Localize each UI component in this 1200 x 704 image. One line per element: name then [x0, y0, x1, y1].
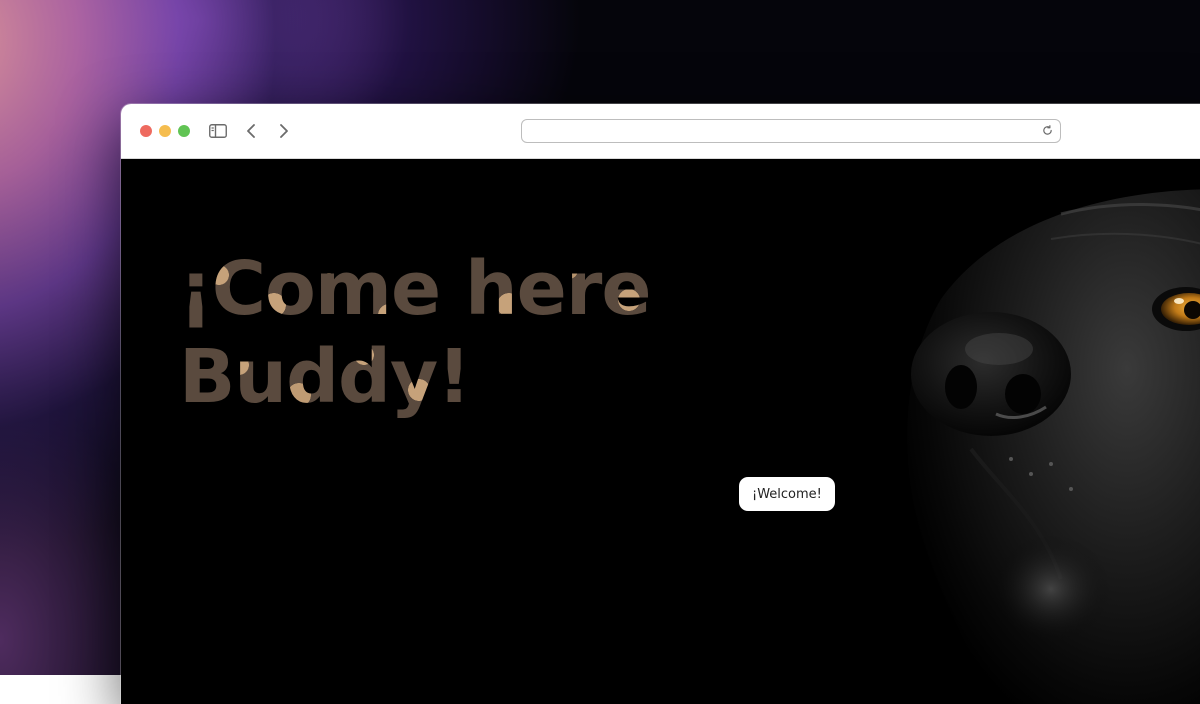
maximize-window-button[interactable]: [178, 125, 190, 137]
welcome-button[interactable]: ¡Welcome!: [739, 477, 835, 511]
close-window-button[interactable]: [140, 125, 152, 137]
web-page: ¡Come here Buddy! ¡Welcome!: [121, 159, 1200, 704]
browser-toolbar: [121, 104, 1200, 159]
address-bar[interactable]: [521, 119, 1061, 143]
sidebar-toggle-button[interactable]: [208, 121, 228, 141]
back-button[interactable]: [241, 121, 261, 141]
chevron-right-icon: [280, 124, 288, 138]
minimize-window-button[interactable]: [159, 125, 171, 137]
forward-button[interactable]: [274, 121, 294, 141]
reload-icon: [1043, 125, 1052, 135]
browser-window: ¡Come here Buddy! ¡Welcome!: [121, 104, 1200, 704]
chevron-left-icon: [247, 124, 255, 138]
reload-button[interactable]: [1041, 124, 1054, 137]
page-headline: ¡Come here Buddy!: [179, 245, 651, 421]
dog-photo: [907, 189, 1200, 704]
welcome-label: ¡Welcome!: [752, 486, 822, 502]
sidebar-icon: [209, 124, 227, 138]
